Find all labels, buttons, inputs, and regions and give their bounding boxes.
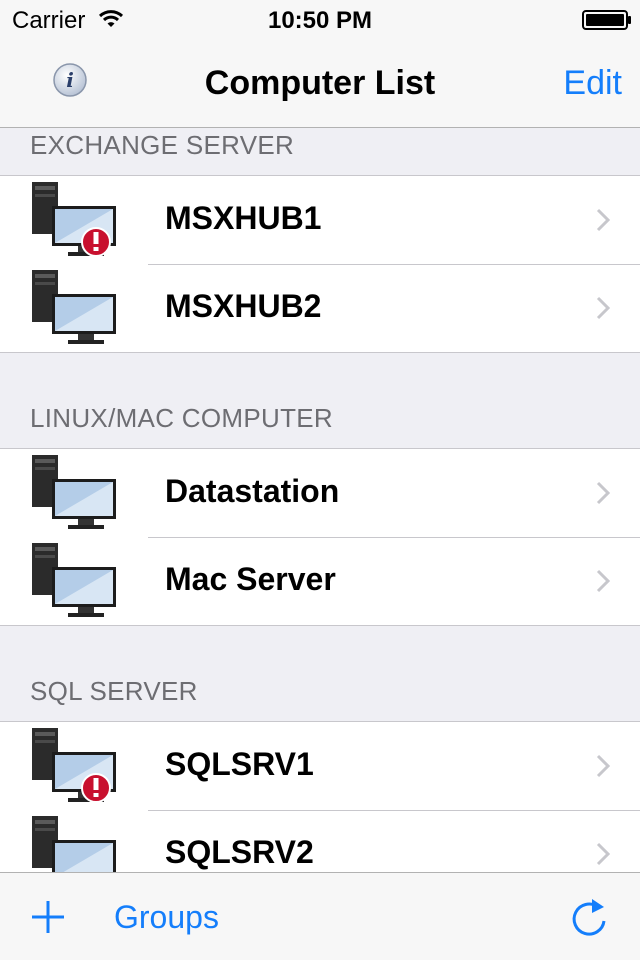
chevron-right-icon (596, 481, 610, 505)
chevron-right-icon (596, 842, 610, 866)
computer-name: Datastation (165, 473, 340, 509)
chevron-right-icon (596, 296, 610, 320)
clock: 10:50 PM (267, 7, 373, 34)
computer-name: Mac Server (165, 561, 336, 597)
section-header-label: LINUX/MAC COMPUTER (30, 403, 333, 433)
groups-button[interactable]: Groups (114, 899, 219, 936)
section-header: LINUX/MAC COMPUTER (0, 353, 640, 449)
plus-icon[interactable] (30, 899, 66, 935)
list-item[interactable]: SQLSRV2 (0, 810, 640, 872)
chevron-right-icon (596, 754, 610, 778)
bottom-toolbar: Groups (0, 872, 640, 960)
section-header-label: EXCHANGE SERVER (30, 130, 295, 160)
computer-alert-icon (32, 182, 116, 257)
chevron-right-icon (596, 569, 610, 593)
computer-name: MSXHUB1 (165, 200, 322, 236)
battery-icon (582, 10, 631, 30)
computer-name: MSXHUB2 (165, 288, 322, 324)
computer-name: SQLSRV2 (165, 834, 314, 870)
edit-button[interactable]: Edit (563, 64, 622, 103)
list-item[interactable]: Datastation (0, 449, 640, 537)
computer-name: SQLSRV1 (165, 746, 314, 782)
section-header-label: SQL SERVER (30, 676, 198, 706)
section-group: SQLSRV1 SQLSRV2 (0, 722, 640, 872)
section-group: Datastation Mac Server (0, 449, 640, 626)
computer-icon (32, 543, 116, 617)
page-title: Computer List (204, 64, 436, 102)
section-header: EXCHANGE SERVER (0, 128, 640, 176)
computer-alert-icon (32, 728, 116, 803)
section-header: SQL SERVER (0, 626, 640, 722)
computer-icon (32, 455, 116, 529)
computer-list[interactable]: EXCHANGE SERVER MSXHUB1 MSXHUB2 LINUX/MA… (0, 128, 640, 872)
computer-icon (32, 816, 116, 872)
list-item[interactable]: Mac Server (0, 537, 640, 625)
list-item[interactable]: MSXHUB1 (0, 176, 640, 264)
chevron-right-icon (596, 208, 610, 232)
section-group: MSXHUB1 MSXHUB2 (0, 176, 640, 353)
list-item[interactable]: MSXHUB2 (0, 264, 640, 352)
navigation-bar: i Computer List Edit (0, 40, 640, 128)
status-bar: Carrier 10:50 PM (0, 0, 640, 40)
refresh-icon[interactable] (570, 895, 610, 939)
list-item[interactable]: SQLSRV1 (0, 722, 640, 810)
computer-icon (32, 270, 116, 344)
